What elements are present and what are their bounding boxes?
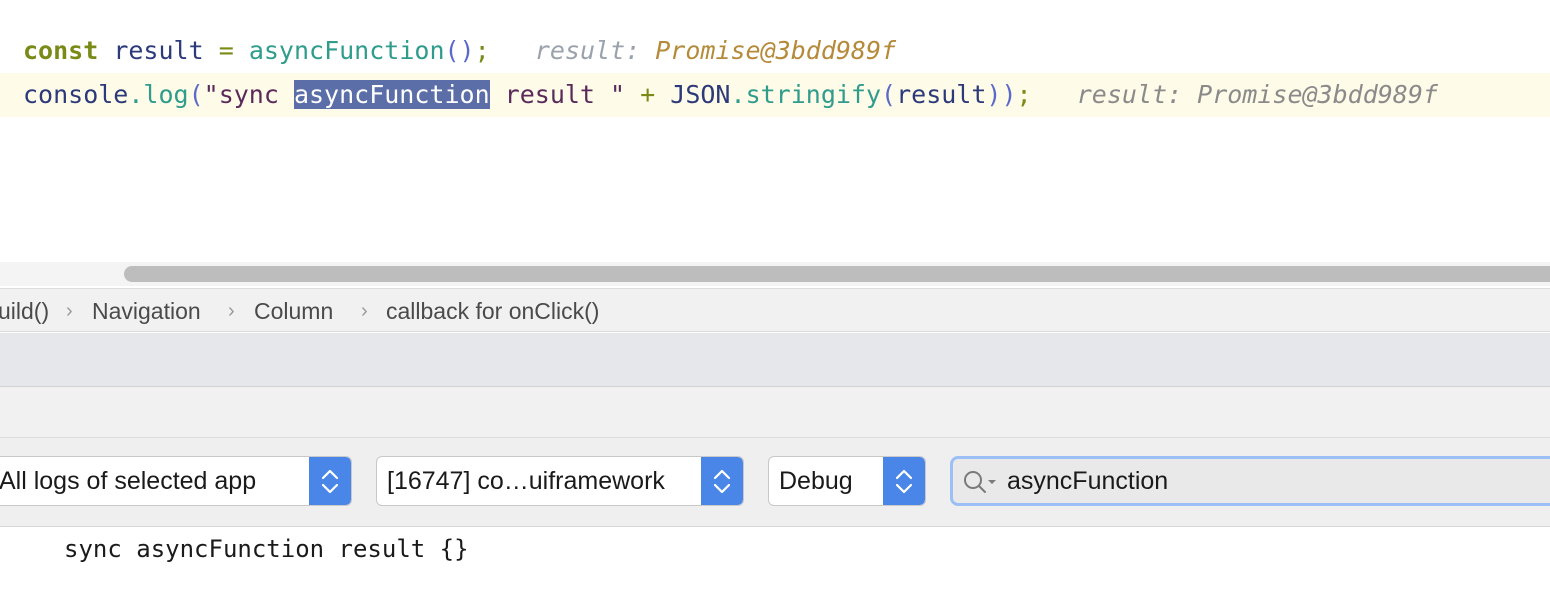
method-log: log bbox=[143, 80, 189, 109]
search-icon[interactable] bbox=[961, 467, 1001, 497]
breadcrumb-item-callback[interactable]: callback for onClick() bbox=[386, 289, 599, 333]
code-line-2[interactable]: console.log("sync asyncFunction result "… bbox=[0, 73, 1550, 117]
chevron-updown-icon bbox=[309, 457, 351, 505]
log-scope-value: All logs of selected app bbox=[0, 467, 257, 495]
process-value: [16747] co…uiframework bbox=[387, 467, 665, 495]
argument-result: result bbox=[896, 80, 987, 109]
inline-hint-2: result: Promise@3bdd989f bbox=[1076, 80, 1438, 109]
code-editor[interactable]: const result = asyncFunction(); result: … bbox=[0, 0, 1550, 262]
open-paren: ( bbox=[188, 80, 204, 109]
object-console: console bbox=[23, 80, 129, 109]
log-search-field[interactable]: asyncFunction bbox=[950, 456, 1550, 506]
operator-plus: + bbox=[640, 80, 656, 109]
chevron-right-icon: › bbox=[361, 300, 368, 322]
log-level-select[interactable]: Debug bbox=[768, 456, 926, 506]
keyword-const: const bbox=[23, 36, 99, 65]
string-end: result " bbox=[489, 80, 626, 109]
breadcrumb-item-column[interactable]: Column bbox=[254, 289, 333, 333]
code-line-1[interactable]: const result = asyncFunction(); result: … bbox=[0, 29, 1550, 73]
logcat-subheader-band bbox=[0, 387, 1550, 438]
chevron-updown-icon bbox=[883, 457, 925, 505]
scrollbar-thumb[interactable] bbox=[124, 266, 1550, 282]
string-start: "sync bbox=[203, 80, 294, 109]
function-call: asyncFunction bbox=[248, 36, 445, 65]
breadcrumb: uild() › Navigation › Column › callback … bbox=[0, 288, 1550, 332]
chevron-right-icon: › bbox=[66, 300, 73, 322]
semicolon-2: ; bbox=[1016, 80, 1032, 109]
close-parens: )) bbox=[986, 80, 1017, 109]
dot: . bbox=[128, 80, 144, 109]
breadcrumb-item-navigation[interactable]: Navigation bbox=[92, 289, 201, 333]
chevron-right-icon: › bbox=[228, 300, 235, 322]
chevron-updown-icon bbox=[701, 457, 743, 505]
logcat-toolbar: All logs of selected app [16747] co…uifr… bbox=[0, 438, 1550, 527]
object-json: JSON bbox=[670, 80, 731, 109]
log-level-value: Debug bbox=[779, 467, 853, 495]
variable-result: result bbox=[113, 36, 204, 65]
parens: () bbox=[444, 36, 475, 65]
search-input[interactable]: asyncFunction bbox=[1007, 459, 1168, 503]
search-highlight: asyncFunction bbox=[293, 80, 490, 109]
inline-hint-label: result: bbox=[534, 36, 641, 65]
inline-hint-value: Promise@3bdd989f bbox=[655, 36, 897, 65]
operator-equals: = bbox=[218, 36, 234, 65]
method-stringify: stringify bbox=[745, 80, 882, 109]
breadcrumb-item-build[interactable]: uild() bbox=[0, 289, 49, 333]
logcat-header-band bbox=[0, 333, 1550, 387]
log-scope-select[interactable]: All logs of selected app bbox=[0, 456, 352, 506]
semicolon: ; bbox=[474, 36, 490, 65]
process-select[interactable]: [16747] co…uiframework bbox=[376, 456, 744, 506]
open-paren-2: ( bbox=[881, 80, 897, 109]
dot-2: . bbox=[730, 80, 746, 109]
log-output: sync asyncFunction result {} bbox=[0, 527, 1550, 592]
log-line: sync asyncFunction result {} bbox=[64, 535, 469, 563]
